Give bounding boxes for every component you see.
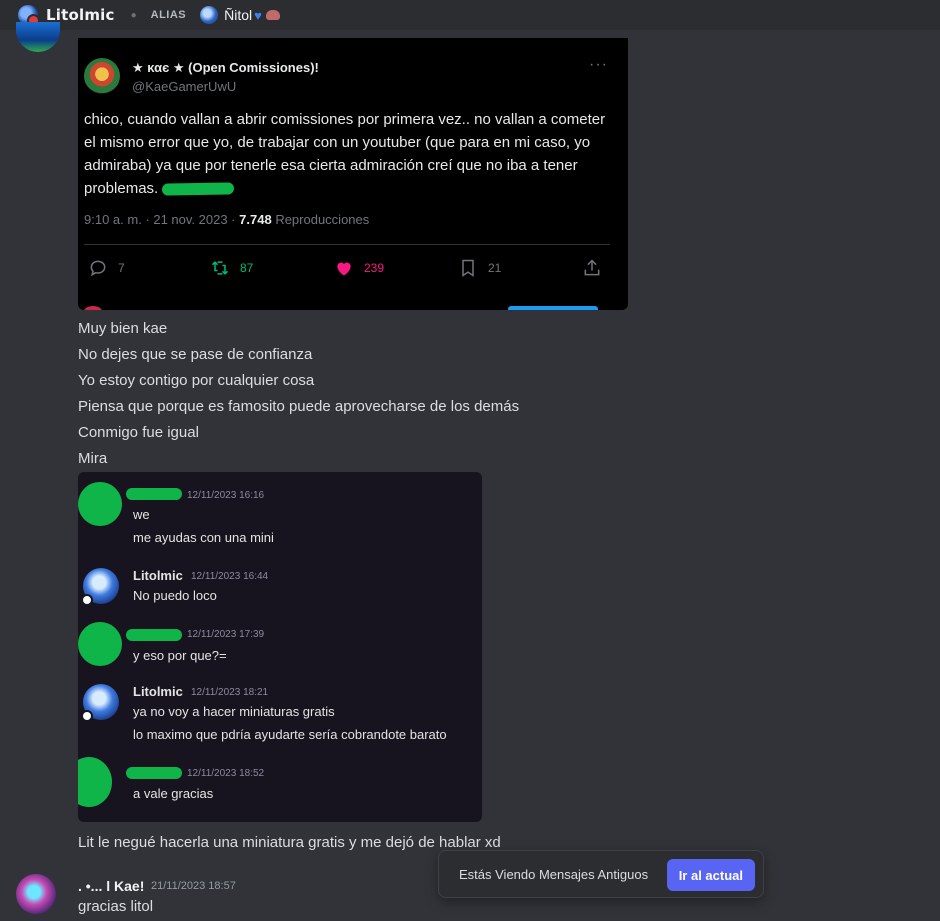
message-timestamp: 12/11/2023 18:52 [187, 768, 265, 779]
jump-to-present-button[interactable]: Ir al actual [666, 859, 755, 891]
tweet-actions: 7 87 239 21 [88, 258, 608, 278]
tweet-author-name: ★ καє ★ (Open Comissiones)! [132, 60, 319, 75]
next-tweet-avatar-peek [84, 306, 102, 310]
tweet-text: chico, cuando vallan a abrir comissiones… [84, 111, 606, 197]
message-text: Piensa que porque es famosito puede apro… [78, 398, 520, 415]
hedgehog-icon [265, 10, 280, 20]
tweet-embed[interactable]: ★ καє ★ (Open Comissiones)! @KaeGamerUwU… [78, 38, 628, 310]
channel-header: Litolmic ● ALIAS Ñitol ♥ [0, 0, 940, 30]
redacted-name [126, 488, 182, 500]
message-text: Yo estoy contigo por cualquier cosa [78, 372, 315, 389]
message-text: Muy bien kae [78, 320, 168, 337]
old-messages-bar: Estás Viendo Mensajes Antiguos Ir al act… [438, 850, 764, 898]
separator-dot: ● [130, 9, 137, 21]
retweet-icon [211, 261, 229, 275]
redacted-avatar [78, 482, 122, 526]
tweet-views: 7.748 [239, 212, 272, 227]
share-icon [584, 259, 600, 276]
message-text: Conmigo fue igual [78, 424, 199, 441]
message-timestamp: 21/11/2023 18:57 [151, 880, 236, 892]
alias-nickname: Ñitol [224, 7, 253, 23]
message-timestamp: 12/11/2023 16:16 [187, 490, 265, 501]
litolmic-avatar [81, 684, 119, 722]
reply-action[interactable]: 7 [88, 258, 125, 278]
chat-message-text: a vale gracias [133, 786, 214, 801]
redacted-name [126, 629, 182, 641]
message-timestamp: 12/11/2023 16:44 [191, 571, 269, 582]
chat-author-name: Litolmic [133, 684, 183, 699]
chat-message-text: me ayudas con una mini [133, 530, 274, 545]
tweet-author-handle: @KaeGamerUwU [132, 79, 237, 94]
chat-message-text: y eso por que?= [133, 648, 227, 663]
bookmark-action[interactable]: 21 [458, 258, 501, 278]
blue-heart-icon: ♥ [254, 7, 262, 23]
tweet-meta: 9:10 a. m. · 21 nov. 2023 · 7.748 Reprod… [84, 212, 370, 227]
chat-message-text: we [133, 507, 150, 522]
redaction-scribble [162, 182, 235, 196]
message-author-name[interactable]: . •... l Kae! [78, 878, 144, 894]
kae-avatar[interactable] [16, 874, 56, 914]
message-text: gracias litol [78, 898, 154, 915]
message-author-avatar[interactable] [16, 22, 60, 52]
chat-message-text: No puedo loco [133, 588, 217, 603]
redacted-avatar [78, 757, 112, 807]
follow-button-peek [508, 306, 598, 310]
tweet-author-avatar [84, 58, 120, 94]
reply-icon [90, 260, 106, 277]
message-text: Lit le negué hacerla una miniatura grati… [78, 834, 501, 851]
alias-avatar [200, 6, 219, 24]
chat-author-name: Litolmic [133, 568, 183, 583]
chat-screenshot-attachment[interactable]: 12/11/2023 16:16 we me ayudas con una mi… [78, 472, 482, 822]
bookmark-icon [462, 259, 474, 277]
message-timestamp: 12/11/2023 17:39 [187, 629, 265, 640]
heart-icon [337, 262, 351, 276]
message-timestamp: 12/11/2023 18:21 [191, 687, 269, 698]
message-text: Mira [78, 450, 108, 467]
litolmic-avatar [81, 568, 119, 606]
redacted-name [126, 767, 182, 779]
share-action[interactable] [582, 258, 602, 278]
message-text: No dejes que se pase de confianza [78, 346, 313, 363]
divider [84, 244, 610, 245]
alias-label: ALIAS [150, 9, 187, 21]
more-options-icon[interactable]: ··· [589, 56, 608, 74]
old-messages-label: Estás Viendo Mensajes Antiguos [459, 866, 649, 882]
retweet-action[interactable]: 87 [210, 258, 253, 278]
like-action[interactable]: 239 [334, 258, 384, 278]
chat-message-text: lo maximo que pdría ayudarte sería cobra… [133, 727, 447, 742]
redacted-avatar [78, 622, 122, 666]
chat-message-text: ya no voy a hacer miniaturas gratis [133, 704, 335, 719]
